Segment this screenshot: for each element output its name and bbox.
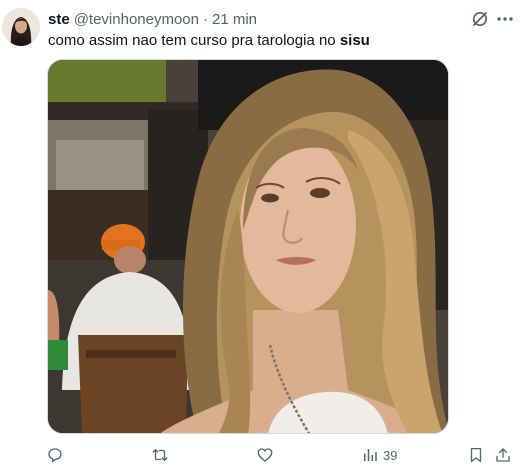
- bookmark-icon: [470, 447, 482, 463]
- bookmark-button[interactable]: [467, 444, 485, 466]
- grok-icon[interactable]: [470, 9, 490, 29]
- retweet-button[interactable]: [151, 444, 169, 466]
- author-handle[interactable]: @tevinhoneymoon: [74, 11, 199, 28]
- views-button[interactable]: 39: [361, 444, 397, 466]
- tweet-text: como assim nao tem curso pra tarologia n…: [48, 31, 370, 50]
- post-time[interactable]: 21 min: [212, 11, 257, 28]
- share-icon: [496, 448, 510, 462]
- share-button[interactable]: [494, 444, 512, 466]
- tweet-text-main: como assim nao tem curso pra tarologia n…: [48, 32, 340, 49]
- views-count: 39: [383, 447, 398, 463]
- separator-dot: ·: [203, 11, 208, 28]
- tweet-header: ste @tevinhoneymoon · 21 min: [48, 11, 257, 29]
- action-bar: 39: [0, 444, 521, 468]
- author-name[interactable]: ste: [48, 11, 70, 28]
- more-options-icon[interactable]: [494, 9, 516, 29]
- heart-icon: [257, 448, 273, 462]
- tweet: ste @tevinhoneymoon · 21 min como assim nao…: [0, 0, 521, 475]
- tweet-text-bold: sisu: [339, 32, 370, 49]
- reply-button[interactable]: [46, 444, 64, 466]
- tweet-photo[interactable]: [47, 59, 449, 434]
- avatar[interactable]: [2, 8, 40, 46]
- retweet-icon: [152, 449, 168, 461]
- reply-icon: [48, 448, 62, 463]
- like-button[interactable]: [256, 444, 274, 466]
- views-icon: [364, 449, 377, 461]
